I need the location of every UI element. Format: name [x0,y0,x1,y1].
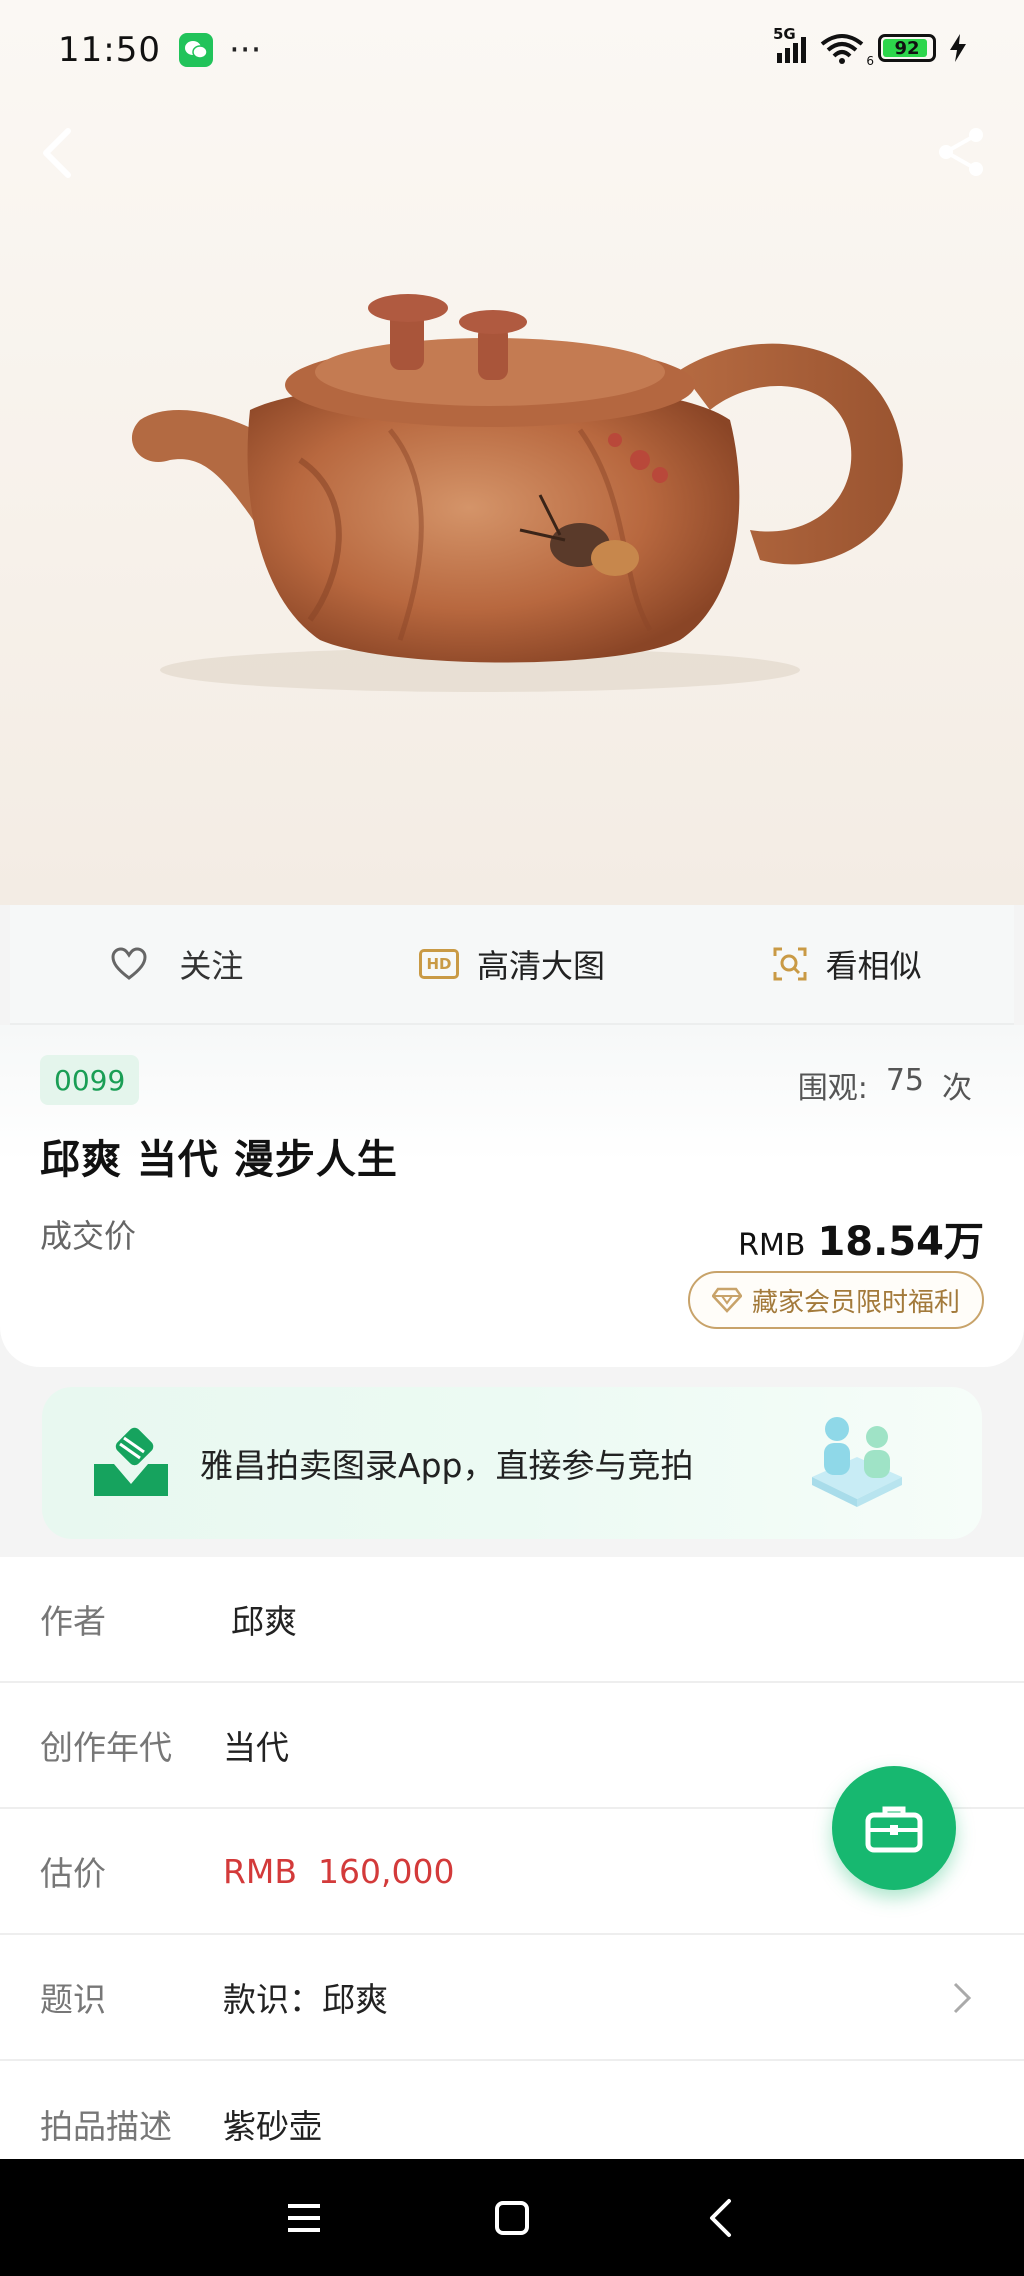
menu-nav-button[interactable] [274,2188,334,2248]
app-promo-section: 雅昌拍卖图录App，直接参与竞拍 [0,1367,1024,1557]
wifi-icon: 6 [820,32,874,68]
network-label: 5G [773,25,796,43]
views-label: 围观: [797,1071,868,1106]
diamond-icon [711,1287,742,1313]
detail-row-inscription[interactable]: 题识 款识：邱爽 [0,1935,1024,2061]
battery-icon: 92 [878,34,936,62]
bidding-illustration-icon [812,1417,902,1507]
back-nav-button[interactable] [690,2188,750,2248]
status-time: 11:50 [58,30,161,70]
detail-value: RMB 160,000 [223,1851,455,1891]
hd-image-label: 高清大图 [477,947,606,985]
detail-value: 款识：邱爽 [223,1980,388,2019]
signal-icon: 5G [773,25,806,63]
briefcase-icon [865,1806,923,1853]
app-promo-banner[interactable]: 雅昌拍卖图录App，直接参与竞拍 [42,1387,982,1539]
share-icon[interactable] [934,125,988,179]
back-arrow-icon [710,2198,731,2237]
product-image[interactable] [0,0,1024,905]
image-actions: 关注 HD 高清大图 看相似 [10,905,1014,1025]
system-nav-bar [0,2159,1024,2276]
follow-button[interactable]: 关注 [10,941,345,987]
battery-level: 92 [894,37,920,59]
detail-value: 当代 [223,1728,289,1767]
lot-number-badge: 0099 [40,1055,140,1105]
image-search-icon [773,947,807,981]
charging-icon [950,34,966,62]
chevron-right-icon [953,1982,972,2014]
back-icon[interactable] [38,125,78,181]
views-unit: 次 [942,1071,972,1106]
similar-button[interactable]: 看相似 [679,941,1014,987]
hd-icon: HD [419,949,459,979]
view-count: 围观: 75 次 [798,1063,972,1107]
vip-benefit-label: 藏家会员限时福利 [751,1287,960,1318]
wifi-label: 6 [866,54,874,68]
heart-icon [111,947,147,980]
lot-title: 邱爽 当代 漫步人生 [40,1137,398,1183]
detail-key: 题识 [40,1980,106,2019]
deal-currency: RMB [738,1228,806,1263]
app-promo-text: 雅昌拍卖图录App，直接参与竞拍 [200,1446,694,1485]
artron-app-logo [94,1427,168,1496]
deal-price: RMB 18.54万 [738,1209,984,1267]
follow-label: 关注 [179,947,244,985]
status-indicators: 5G 6 92 [773,25,966,68]
views-count: 75 [885,1063,924,1098]
detail-value: 邱爽 [231,1602,297,1641]
status-bar: 11:50 ··· 5G 6 92 [0,0,1024,100]
teapot-illustration [131,294,903,692]
home-nav-button[interactable] [482,2188,542,2248]
hd-image-button[interactable]: HD 高清大图 [345,941,680,987]
detail-key: 估价 [40,1854,106,1893]
deal-value: 18.54万 [817,1219,984,1265]
more-notifications-icon: ··· [228,30,262,70]
lot-info-card: 0099 围观: 75 次 邱爽 当代 漫步人生 成交价 RMB 18.54万 … [0,1025,1024,1367]
briefcase-fab-button[interactable] [832,1766,956,1890]
detail-key: 作者 [40,1602,106,1641]
deal-price-label: 成交价 [40,1217,137,1255]
detail-key: 拍品描述 [40,2107,172,2146]
detail-value: 紫砂壶 [223,2107,322,2146]
similar-label: 看相似 [825,947,922,985]
menu-icon [288,2203,320,2232]
home-square-icon [495,2200,529,2235]
detail-row-author: 作者 邱爽 [0,1557,1024,1683]
wechat-icon [178,33,213,67]
detail-key: 创作年代 [40,1728,172,1767]
vip-benefit-button[interactable]: 藏家会员限时福利 [687,1271,984,1329]
